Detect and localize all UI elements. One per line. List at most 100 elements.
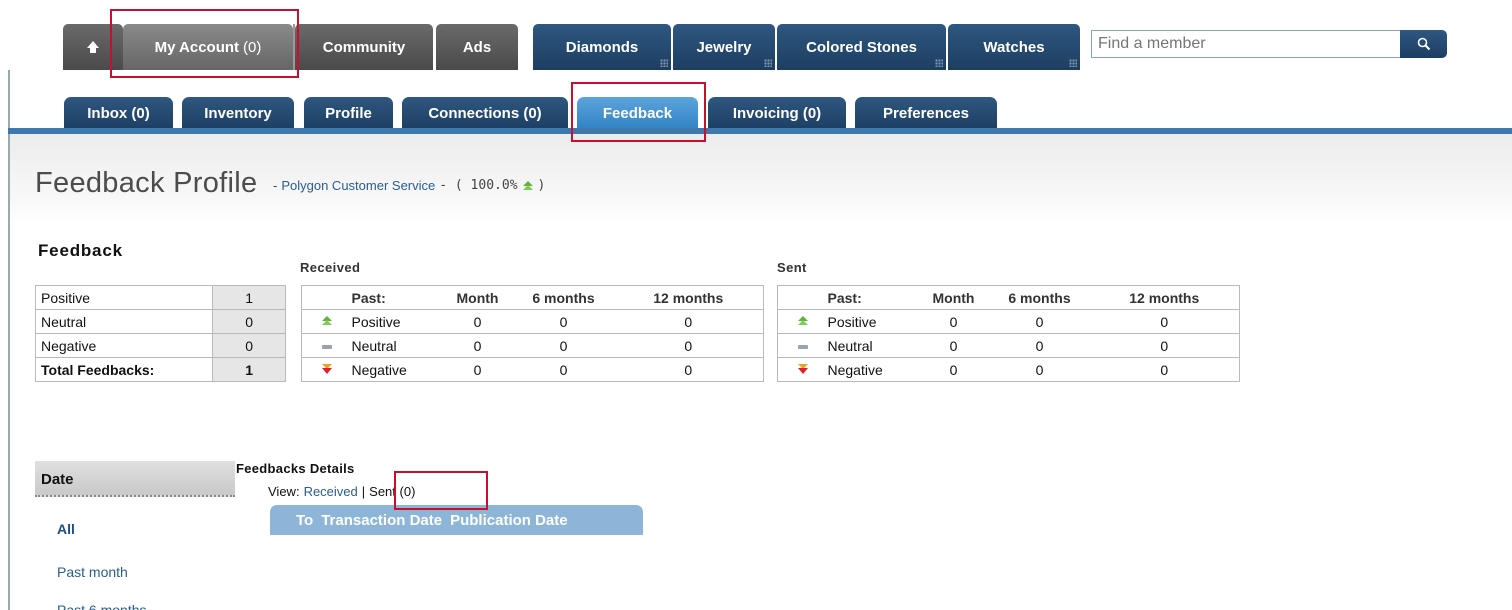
watches-label: Watches xyxy=(983,38,1045,56)
summary-value: 0 xyxy=(212,333,286,358)
feedback-details-heading: Feedbacks Details xyxy=(236,461,355,476)
watches-tab[interactable]: Watches xyxy=(948,24,1080,70)
cell-value: 0 xyxy=(949,313,958,330)
cell-value: 0 xyxy=(473,313,482,330)
table-row: Positive 0 0 0 xyxy=(777,310,1240,334)
search-button[interactable] xyxy=(1400,30,1447,58)
view-toggle: View: Received | Sent (0) xyxy=(268,484,415,499)
row-label: Negative xyxy=(351,361,407,378)
jewelry-label: Jewelry xyxy=(696,38,752,56)
cell-value: 0 xyxy=(684,313,693,330)
diamonds-tab[interactable]: Diamonds xyxy=(533,24,671,70)
my-account-tab[interactable]: My Account (0) xyxy=(123,24,293,70)
cell-value: 0 xyxy=(949,337,958,354)
summary-value: 1 xyxy=(212,285,286,310)
neutral-dash-icon xyxy=(797,344,808,349)
summary-label: Neutral xyxy=(34,309,214,334)
icon-column xyxy=(302,286,352,310)
column-header-to[interactable]: To xyxy=(296,512,313,529)
tab-feedback[interactable]: Feedback xyxy=(577,97,698,130)
tab-preferences-label: Preferences xyxy=(883,105,969,122)
home-tab[interactable] xyxy=(63,24,123,70)
negative-arrow-icon xyxy=(321,363,332,374)
summary-label: Positive xyxy=(34,285,214,310)
tab-inbox-label: Inbox (0) xyxy=(87,105,150,122)
view-sent-link[interactable]: Sent (0) xyxy=(369,484,415,499)
negative-icon-cell xyxy=(778,358,828,382)
tab-inventory[interactable]: Inventory xyxy=(182,97,294,130)
positive-icon-cell xyxy=(778,310,828,334)
column-header: Month xyxy=(456,289,499,306)
tab-preferences[interactable]: Preferences xyxy=(855,97,997,130)
icon-column xyxy=(778,286,828,310)
tab-connections-label: Connections (0) xyxy=(428,105,542,122)
ads-tab[interactable]: Ads xyxy=(436,24,518,70)
tab-profile[interactable]: Profile xyxy=(304,97,393,130)
filter-past-month-link[interactable]: Past month xyxy=(57,564,128,580)
cell-value: 0 xyxy=(684,337,693,354)
tab-invoicing-label: Invoicing (0) xyxy=(732,105,822,122)
summary-row: Negative 0 xyxy=(34,333,286,358)
grip-icon xyxy=(764,59,772,67)
table-row: Neutral 0 0 0 xyxy=(777,334,1240,358)
page-title: Feedback Profile xyxy=(35,167,258,199)
filter-all-link[interactable]: All xyxy=(57,521,75,537)
tab-inventory-label: Inventory xyxy=(204,105,272,122)
cell-value: 0 xyxy=(473,337,482,354)
column-header: 6 months xyxy=(532,289,595,306)
row-label: Positive xyxy=(827,313,877,330)
feedback-summary-table: Positive 1 Neutral 0 Negative 0 Total Fe… xyxy=(34,285,286,382)
summary-value: 1 xyxy=(212,357,286,382)
my-account-count: (0) xyxy=(243,38,262,56)
member-name-link[interactable]: Polygon Customer Service xyxy=(281,178,435,193)
tab-profile-label: Profile xyxy=(325,105,372,122)
community-tab[interactable]: Community xyxy=(295,24,433,70)
grip-icon xyxy=(935,59,943,67)
neutral-icon-cell xyxy=(778,334,828,358)
cell-value: 0 xyxy=(559,337,568,354)
cell-value: 0 xyxy=(1035,313,1044,330)
colored-stones-tab[interactable]: Colored Stones xyxy=(777,24,946,70)
summary-row: Positive 1 xyxy=(34,285,286,310)
member-search-input[interactable] xyxy=(1091,30,1403,58)
table-header-row: Past: Month 6 months 12 months xyxy=(777,286,1240,310)
jewelry-tab[interactable]: Jewelry xyxy=(673,24,775,70)
column-header: 12 months xyxy=(1129,289,1200,306)
column-header: Month xyxy=(932,289,975,306)
column-header: 6 months xyxy=(1008,289,1071,306)
row-label: Positive xyxy=(351,313,401,330)
sent-label: Sent xyxy=(777,260,807,275)
feedback-heading: Feedback xyxy=(38,241,123,260)
tab-connections[interactable]: Connections (0) xyxy=(402,97,568,130)
profile-subtitle: - Polygon Customer Service - ( 100.0% ) xyxy=(273,178,545,193)
row-label: Negative xyxy=(827,361,883,378)
table-row: Positive 0 0 0 xyxy=(301,310,764,334)
filter-past-6-months-link[interactable]: Past 6 months xyxy=(57,601,147,610)
table-row: Neutral 0 0 0 xyxy=(301,334,764,358)
view-label: View: xyxy=(268,484,300,499)
table-header-row: Past: Month 6 months 12 months xyxy=(301,286,764,310)
tab-invoicing[interactable]: Invoicing (0) xyxy=(708,97,846,130)
tab-inbox[interactable]: Inbox (0) xyxy=(64,97,173,130)
received-feedback-table: Past: Month 6 months 12 months Positive … xyxy=(301,285,764,382)
neutral-dash-icon xyxy=(321,344,332,349)
summary-total-row: Total Feedbacks: 1 xyxy=(34,357,286,382)
column-header-transaction-date[interactable]: Transaction Date xyxy=(321,512,442,529)
details-table-header: To Transaction Date Publication Date xyxy=(270,505,643,535)
rating-close: ) xyxy=(537,178,546,193)
column-header: Past: xyxy=(827,289,862,306)
positive-arrow-icon xyxy=(522,180,533,190)
cell-value: 0 xyxy=(1035,337,1044,354)
table-row: Negative 0 0 0 xyxy=(301,358,764,382)
column-header-publication-date[interactable]: Publication Date xyxy=(450,512,568,529)
negative-icon-cell xyxy=(302,358,352,382)
view-received-link[interactable]: Received xyxy=(304,484,358,499)
summary-value: 0 xyxy=(212,309,286,334)
table-row: Negative 0 0 0 xyxy=(777,358,1240,382)
column-header: Past: xyxy=(351,289,386,306)
cell-value: 0 xyxy=(684,361,693,378)
grip-icon xyxy=(1069,59,1077,67)
cell-value: 0 xyxy=(559,361,568,378)
positive-icon-cell xyxy=(302,310,352,334)
received-label: Received xyxy=(300,260,361,275)
